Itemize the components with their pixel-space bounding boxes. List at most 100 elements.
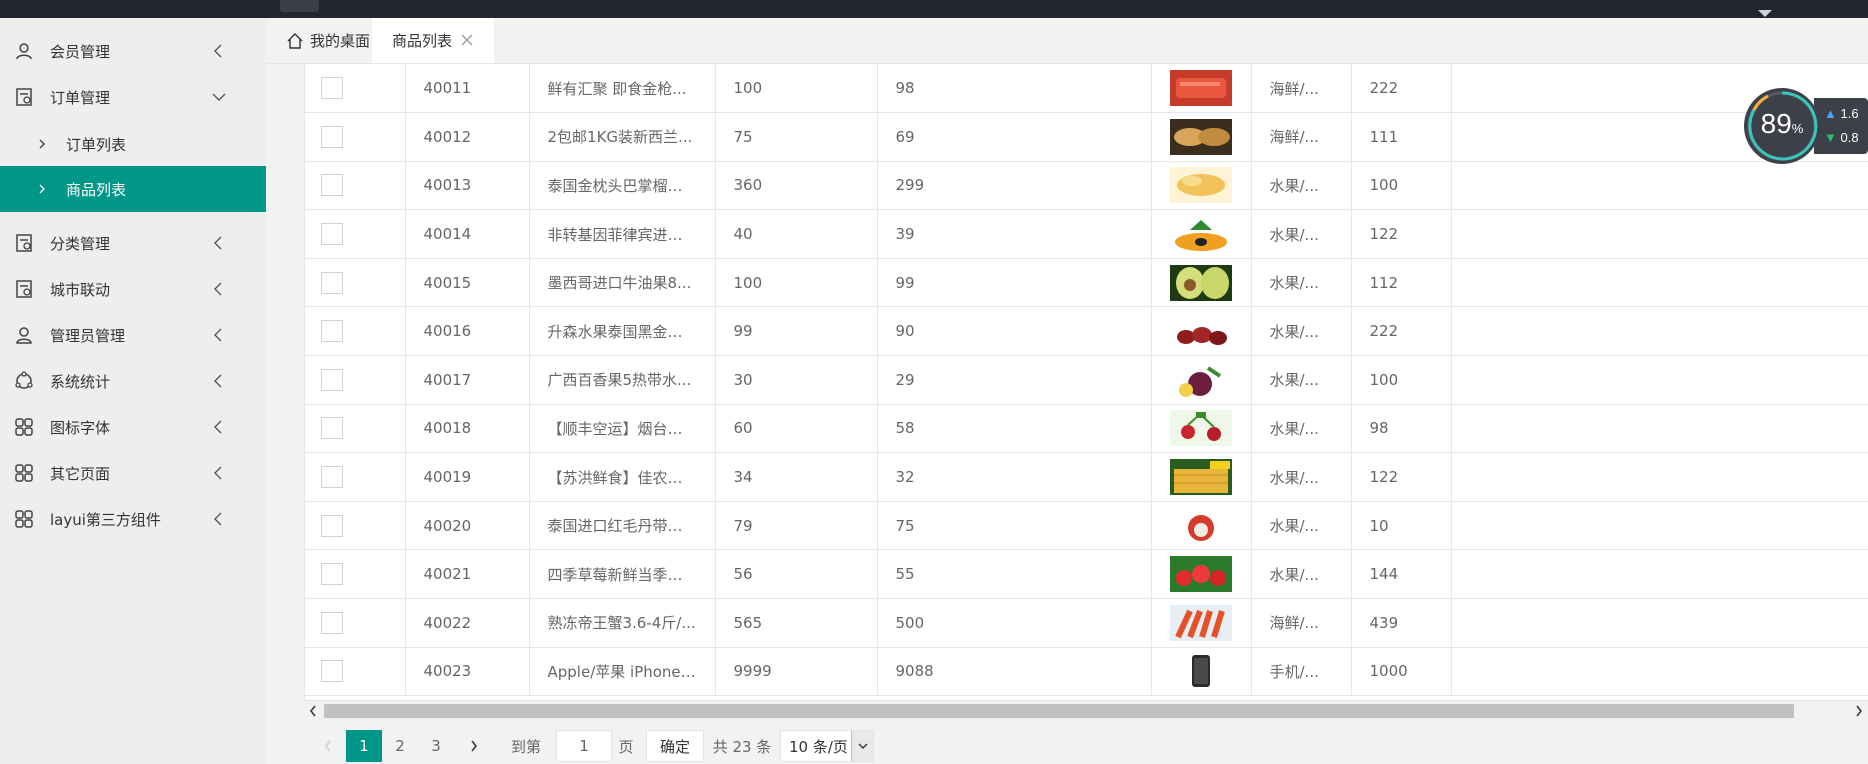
product-thumbnail[interactable] — [1169, 653, 1232, 690]
row-checkbox[interactable] — [321, 368, 343, 391]
row-checkbox[interactable] — [321, 223, 343, 246]
table-row[interactable]: 40019 【苏洪鲜食】佳农菲... 34 32 水果/... 122 — [305, 452, 1868, 502]
goto-page-input[interactable]: 1 — [556, 730, 612, 762]
table-row[interactable]: 40016 升森水果泰国黑金刚... 99 90 水果/... 222 — [305, 306, 1868, 357]
sidebar-item-label: layui第三方组件 — [50, 511, 161, 529]
per-page-value: 10 条/页 — [789, 737, 848, 756]
row-checkbox[interactable] — [321, 466, 343, 489]
row-checkbox-cell — [305, 112, 406, 162]
sidebar-item[interactable]: 图标字体 — [0, 404, 266, 450]
row-checkbox[interactable] — [321, 77, 343, 100]
page-3-button[interactable]: 3 — [418, 730, 454, 762]
sidebar-item[interactable]: 商品列表 — [0, 166, 266, 212]
row-checkbox[interactable] — [321, 125, 343, 148]
row-checkbox[interactable] — [321, 174, 343, 197]
table-cell — [1451, 404, 1868, 454]
sidebar-item[interactable]: 分类管理 — [0, 220, 266, 266]
scroll-right-icon[interactable] — [1854, 704, 1864, 718]
sidebar-item[interactable]: 订单列表 — [0, 121, 266, 167]
product-stock: 100 — [1351, 355, 1452, 405]
table-row[interactable]: 40013 泰国金枕头巴掌榴莲... 360 299 水果/... 100 — [305, 161, 1868, 211]
prev-page-button[interactable] — [318, 730, 338, 762]
row-checkbox[interactable] — [321, 660, 343, 683]
chevron-left-icon[interactable] — [210, 326, 228, 344]
product-thumbnail[interactable] — [1169, 459, 1232, 496]
page-2-button[interactable]: 2 — [382, 730, 418, 762]
confirm-button[interactable]: 确定 — [646, 730, 704, 762]
product-name: 四季草莓新鲜当季水... — [529, 549, 716, 600]
table-row[interactable]: 40017 广西百香果5热带水... 30 29 水果/... 100 — [305, 355, 1868, 405]
product-thumbnail[interactable] — [1169, 361, 1232, 398]
product-thumbnail[interactable] — [1169, 507, 1232, 544]
table-row[interactable]: 40022 熟冻帝王蟹3.6-4斤/... 565 500 海鲜/... 439 — [305, 598, 1868, 648]
product-thumbnail[interactable] — [1169, 313, 1232, 350]
chevron-left-icon[interactable] — [210, 510, 228, 528]
dropdown-arrow-icon[interactable] — [851, 731, 873, 761]
close-icon[interactable] — [460, 33, 474, 47]
chevron-left-icon[interactable] — [210, 464, 228, 482]
stats-icon — [14, 371, 34, 391]
table-cell — [1451, 258, 1868, 308]
scrollbar-thumb[interactable] — [324, 704, 1794, 718]
chevron-left-icon[interactable] — [210, 418, 228, 436]
page-1-button[interactable]: 1 — [346, 730, 382, 762]
sidebar-item[interactable]: 其它页面 — [0, 450, 266, 496]
sidebar-item[interactable]: 会员管理 — [0, 28, 266, 74]
table-row[interactable]: 40011 鲜有汇聚 即食金枪... 100 98 海鲜/... 222 — [305, 64, 1868, 114]
product-sale-price: 39 — [877, 209, 1152, 259]
chevron-left-icon[interactable] — [210, 42, 228, 60]
sidebar-item[interactable]: 城市联动 — [0, 266, 266, 312]
product-sale-price: 55 — [877, 549, 1152, 600]
product-image-cell — [1151, 549, 1252, 600]
table-row[interactable]: 40015 墨西哥进口牛油果8... 100 99 水果/... 112 — [305, 258, 1868, 308]
product-category: 手机/... — [1251, 647, 1352, 697]
horizontal-scrollbar[interactable] — [304, 700, 1868, 720]
row-checkbox-cell — [305, 452, 406, 502]
table-row[interactable]: 40012 2包邮1KG装新西兰... 75 69 海鲜/... 111 — [305, 112, 1868, 162]
tab-product-list[interactable]: 商品列表 — [372, 18, 494, 63]
product-thumbnail[interactable] — [1169, 70, 1232, 107]
table-row[interactable]: 40020 泰国进口红毛丹带箱... 79 75 水果/... 10 — [305, 501, 1868, 551]
chevron-left-icon[interactable] — [210, 234, 228, 252]
row-checkbox[interactable] — [321, 417, 343, 440]
tab-product-list-label: 商品列表 — [392, 32, 453, 50]
product-sale-price: 32 — [877, 452, 1152, 502]
product-image-cell — [1151, 355, 1252, 405]
next-page-button[interactable] — [464, 730, 484, 762]
page-unit-label: 页 — [618, 737, 634, 756]
product-thumbnail[interactable] — [1169, 264, 1232, 301]
product-thumbnail[interactable] — [1169, 167, 1232, 204]
product-thumbnail[interactable] — [1169, 410, 1232, 447]
sidebar-item[interactable]: layui第三方组件 — [0, 496, 266, 542]
table-row[interactable]: 40021 四季草莓新鲜当季水... 56 55 水果/... 144 — [305, 549, 1868, 600]
sidebar-item[interactable]: 订单管理 — [0, 74, 266, 120]
row-checkbox-cell — [305, 64, 406, 114]
product-thumbnail[interactable] — [1169, 556, 1232, 593]
scroll-left-icon[interactable] — [308, 704, 318, 718]
row-checkbox[interactable] — [321, 514, 343, 537]
network-speed-widget[interactable]: ▲ 1.6 ▼ 0.8 89% — [1744, 88, 1868, 164]
chevron-left-icon[interactable] — [210, 280, 228, 298]
row-checkbox[interactable] — [321, 611, 343, 634]
tab-home[interactable]: 我的桌面 — [286, 18, 370, 63]
header-menu-toggle[interactable] — [280, 0, 319, 12]
product-thumbnail[interactable] — [1169, 604, 1232, 641]
row-checkbox[interactable] — [321, 320, 343, 343]
product-image-cell — [1151, 161, 1252, 211]
row-checkbox[interactable] — [321, 271, 343, 294]
row-checkbox[interactable] — [321, 563, 343, 586]
product-thumbnail[interactable] — [1169, 216, 1232, 253]
top-header — [0, 0, 1868, 18]
table-cell — [1451, 647, 1868, 697]
table-row[interactable]: 40014 非转基因菲律宾进口... 40 39 水果/... 122 — [305, 209, 1868, 259]
per-page-select[interactable]: 10 条/页 — [780, 730, 874, 762]
product-thumbnail[interactable] — [1169, 118, 1232, 155]
table-row[interactable]: 40018 【顺丰空运】烟台大... 60 58 水果/... 98 — [305, 404, 1868, 454]
sidebar-item[interactable]: 管理员管理 — [0, 312, 266, 358]
chevron-down-icon[interactable] — [210, 88, 228, 106]
chevron-left-icon[interactable] — [210, 372, 228, 390]
table-row[interactable]: 40023 Apple/苹果 iPhone X... 9999 9088 手机/... 1… — [305, 647, 1868, 697]
chevron-down-icon[interactable] — [1758, 10, 1772, 17]
sidebar-item[interactable]: 系统统计 — [0, 358, 266, 404]
product-table-wrapper: 40011 鲜有汇聚 即食金枪... 100 98 海鲜/... 222 40012 2包邮1… — [304, 64, 1868, 700]
